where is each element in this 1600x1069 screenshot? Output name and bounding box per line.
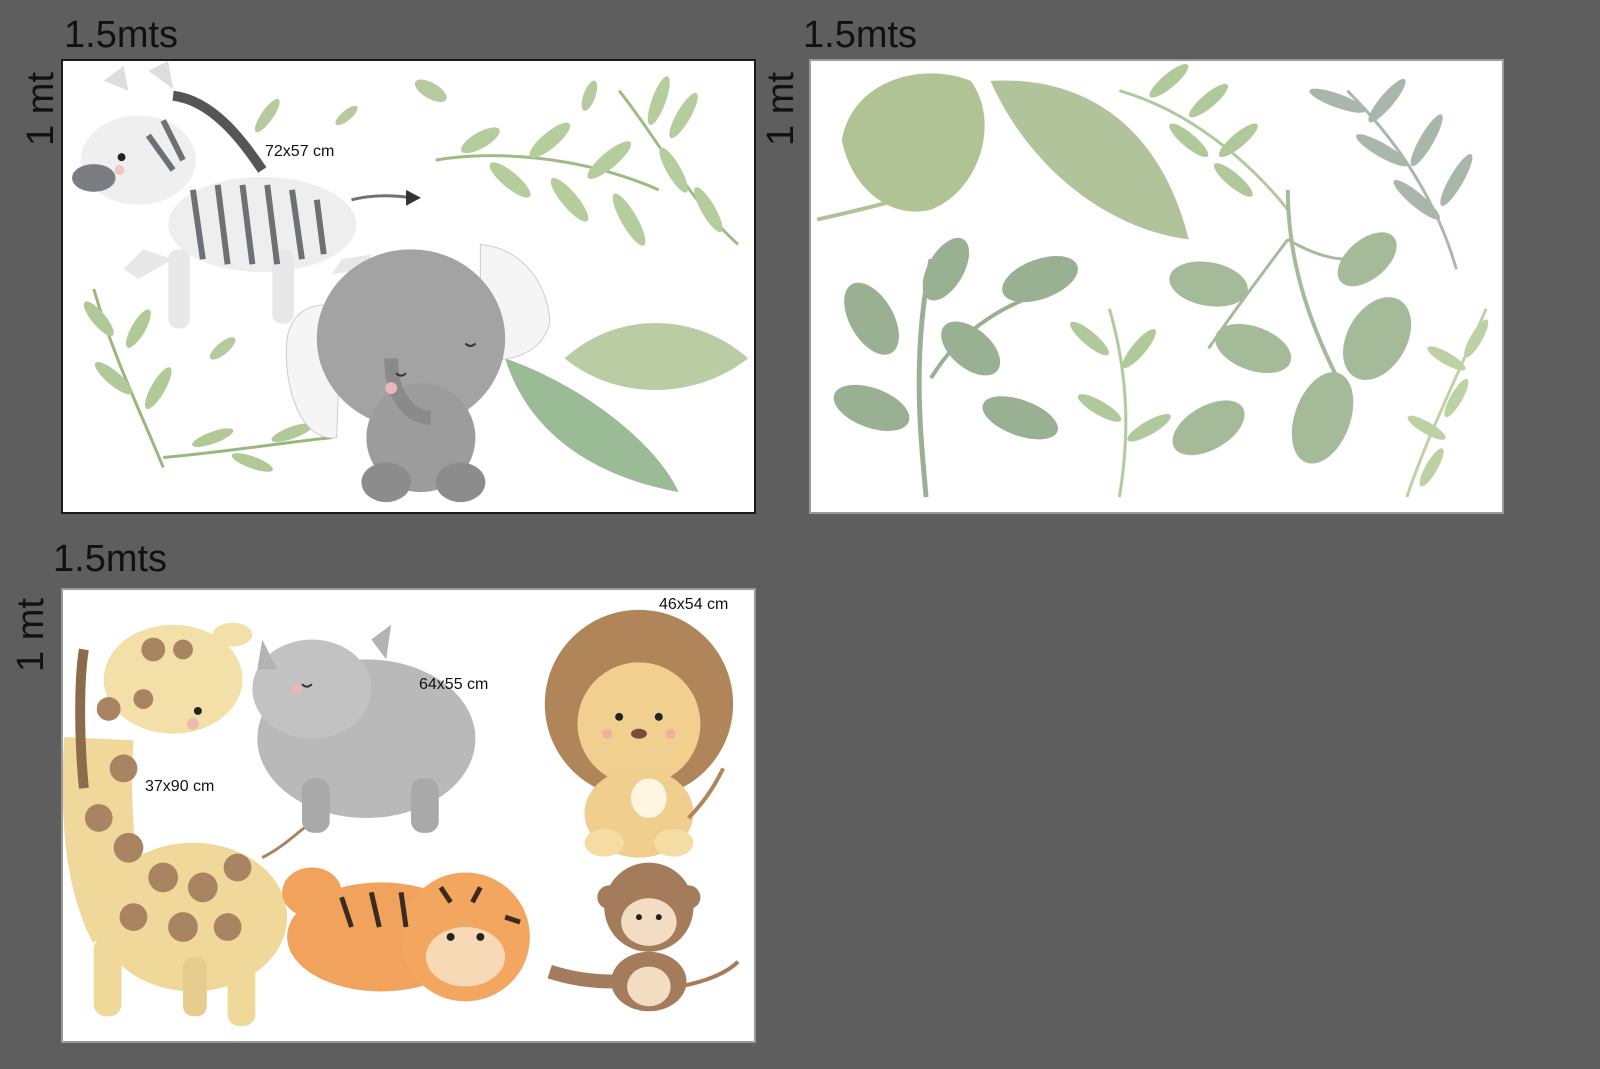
size-label: 72x57 cm xyxy=(265,143,335,160)
sticker-sheet-2 xyxy=(809,59,1504,514)
tiger-icon xyxy=(282,867,530,1002)
panel-3-height-label: 1 mt xyxy=(10,598,52,672)
fern-right-icon xyxy=(1405,308,1489,498)
sticker-sheet-3: 64x55 cm 46x54 cm 37x90 cm xyxy=(61,588,756,1043)
size-label: 46x54 cm xyxy=(659,596,729,613)
size-label: 37x90 cm xyxy=(145,778,215,795)
big-leaf-icon xyxy=(505,323,748,493)
hanging-leaves-icon xyxy=(1169,189,1412,464)
sheet-1-illustration xyxy=(71,61,748,503)
sage-plant-icon xyxy=(833,237,1078,498)
elephant-icon xyxy=(285,243,551,503)
sheet-2-illustration xyxy=(816,64,1489,498)
monkey-icon xyxy=(547,862,740,1012)
panel-1-width-label: 1.5mts xyxy=(64,14,179,56)
panel-1-height-label: 1 mt xyxy=(20,72,62,146)
rhino-icon xyxy=(252,624,476,833)
lion-icon xyxy=(544,609,734,858)
size-label: 64x55 cm xyxy=(419,676,489,693)
sheet-3-illustration xyxy=(63,609,740,1027)
sticker-sheet-1: 72x57 cm xyxy=(61,59,756,514)
monstera-leaf-icon xyxy=(816,73,985,222)
panel-2-width-label: 1.5mts xyxy=(803,14,918,56)
panel-2-height-label: 1 mt xyxy=(760,72,802,146)
panel-3-width-label: 1.5mts xyxy=(53,538,168,580)
